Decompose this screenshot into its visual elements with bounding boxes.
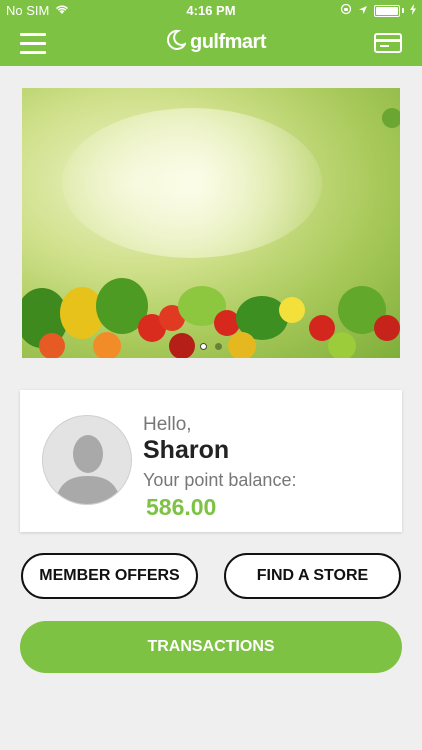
battery-cap	[402, 8, 404, 13]
promo-banner-carousel[interactable]	[22, 88, 400, 358]
menu-icon[interactable]	[20, 33, 46, 55]
location-icon	[358, 3, 368, 18]
member-profile-card: Hello, Sharon Your point balance: 586.00	[20, 390, 402, 532]
status-right	[340, 3, 416, 18]
points-balance-value: 586.00	[146, 494, 217, 520]
avatar	[42, 415, 132, 505]
points-balance-label: Your point balance:	[143, 470, 297, 490]
find-store-button[interactable]: FIND A STORE	[224, 553, 401, 599]
logo-text: gulfmart	[190, 31, 267, 53]
transactions-button[interactable]: TRANSACTIONS	[20, 621, 402, 673]
carousel-pagination	[22, 343, 400, 350]
member-offers-button[interactable]: MEMBER OFFERS	[21, 553, 198, 599]
user-silhouette-icon	[55, 435, 121, 504]
charging-icon	[410, 3, 416, 18]
battery-icon	[374, 4, 400, 17]
crescent-logo-icon	[166, 29, 188, 56]
credit-card-icon[interactable]	[374, 33, 402, 53]
member-name: Sharon	[143, 436, 230, 464]
greeting-text: Hello,	[143, 414, 192, 435]
top-nav-bar: gulfmart	[0, 22, 422, 66]
status-bar: No SIM 4:16 PM	[0, 0, 422, 22]
carousel-dot-1[interactable]	[200, 343, 207, 350]
carousel-dot-2[interactable]	[215, 343, 222, 350]
orientation-lock-icon	[340, 3, 352, 18]
app-logo: gulfmart	[166, 29, 267, 56]
produce-illustration	[22, 108, 400, 358]
